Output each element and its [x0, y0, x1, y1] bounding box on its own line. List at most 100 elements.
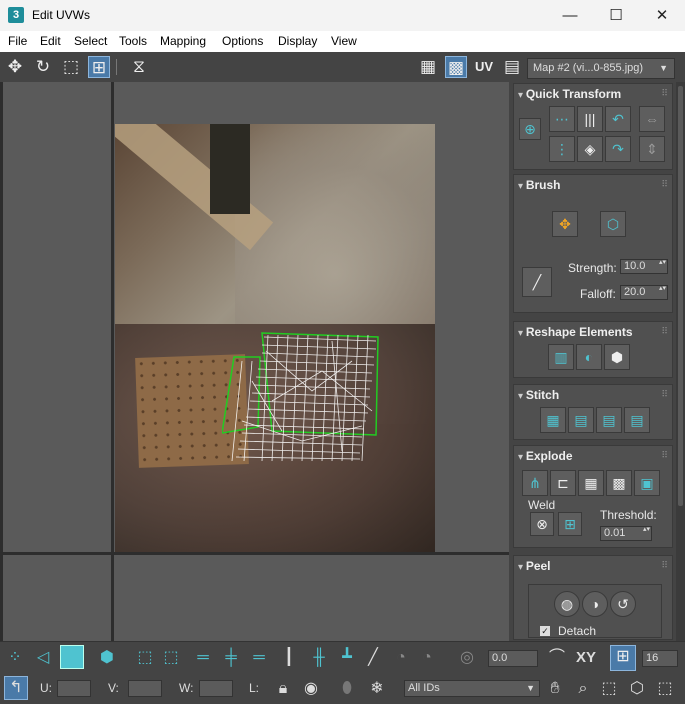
loop-icon[interactable]: ═ — [192, 647, 214, 669]
move-icon[interactable]: ✥ — [4, 56, 26, 78]
transform-gizmo-icon[interactable]: ⊕ — [519, 118, 541, 140]
paint-grow-icon[interactable]: ◔ — [390, 647, 412, 669]
zoom-icon[interactable]: ⌕ — [572, 678, 594, 700]
straighten-icon[interactable]: ▥ — [548, 344, 574, 370]
brush-header[interactable]: Brush — [518, 178, 561, 192]
explode-rollout: Explode ⠿ ⋔ ⊏ ▦ ▩ ▣ Weld ⊗ ⊞ Threshold: … — [513, 445, 673, 548]
polygon-mode-icon[interactable] — [60, 645, 84, 669]
pan-hand-icon[interactable]: ✋︎ — [544, 678, 566, 700]
paint-shrink-icon[interactable]: ◔ — [416, 647, 438, 669]
visibility-icon[interactable]: ◉ — [300, 678, 322, 700]
align-horizontal-icon[interactable]: ⋯ — [549, 106, 575, 132]
v-input[interactable] — [128, 680, 162, 697]
uv-mesh[interactable] — [222, 331, 380, 465]
paint-select-icon[interactable]: ╱ — [362, 647, 384, 669]
freeform-mode-icon[interactable]: ⊞ — [88, 56, 110, 78]
threshold-spinner[interactable]: 0.01 — [600, 526, 652, 541]
uv-axis-button[interactable]: UV — [473, 56, 495, 78]
explode-header[interactable]: Explode — [518, 449, 573, 463]
mirror-icon[interactable]: ⧖ — [128, 56, 150, 78]
peel-header[interactable]: Peel — [518, 559, 551, 573]
lock-icon[interactable]: 🔒︎ — [272, 678, 294, 700]
scale-icon[interactable]: ⬚ — [60, 56, 82, 78]
menu-mapping[interactable]: Mapping — [160, 34, 206, 48]
hide-icon[interactable]: ⬮ — [336, 678, 358, 700]
split-by-material-icon[interactable]: ▣ — [634, 470, 660, 496]
strength-spinner[interactable]: 10.0 — [620, 259, 668, 274]
paint-move-icon[interactable]: ✥ — [552, 211, 578, 237]
flatten-icon[interactable]: ⬢ — [604, 344, 630, 370]
stitch-source-icon[interactable]: ▤ — [568, 407, 594, 433]
grid-size-input[interactable]: 16 — [642, 650, 678, 667]
menu-view[interactable]: View — [331, 34, 357, 48]
stitch-average-icon[interactable]: ▤ — [596, 407, 622, 433]
zoom-extents-icon[interactable]: ⬡ — [626, 678, 648, 700]
xy-axis-button[interactable]: XY — [572, 647, 600, 669]
element-mode-icon[interactable]: ⬢ — [96, 647, 118, 669]
zoom-region-icon[interactable]: ⬚ — [598, 678, 620, 700]
edge-mode-icon[interactable]: ◁ — [32, 647, 54, 669]
app-icon: 3 — [8, 7, 24, 23]
grow-selection-icon[interactable]: ⬚ — [134, 647, 156, 669]
quick-peel-icon[interactable]: ◍ — [554, 591, 580, 617]
map-select-dropdown[interactable]: Map #2 (vi...0-855.jpg) ▼ — [527, 58, 675, 79]
rotate-icon[interactable]: ↻ — [32, 56, 54, 78]
brush-falloff-icon[interactable]: ╱ — [522, 267, 552, 297]
minimize-button[interactable]: — — [547, 0, 593, 31]
peel-mode-icon[interactable]: ◑ — [582, 591, 608, 617]
weld-selected-icon[interactable]: ⊗ — [530, 512, 554, 536]
quick-transform-rollout: Quick Transform ⠿ ⊕ ⋯ ||| ↶ ⇔ ⋮ ◈ ↷ ⇕ — [513, 83, 673, 170]
detach-checkbox[interactable]: ✓ — [540, 626, 550, 636]
falloff-spinner[interactable]: 20.0 — [620, 285, 668, 300]
u-input[interactable] — [57, 680, 91, 697]
split-by-polygon-icon[interactable]: ▦ — [578, 470, 604, 496]
menu-edit[interactable]: Edit — [40, 34, 61, 48]
w-input[interactable] — [199, 680, 233, 697]
align-vertical-icon[interactable]: ⋮ — [549, 136, 575, 162]
rotate-ccw-icon[interactable]: ↶ — [605, 106, 631, 132]
pan-mode-icon[interactable]: ↰ — [4, 676, 28, 700]
point-to-point-icon[interactable]: ┃ — [278, 647, 300, 669]
menu-tools[interactable]: Tools — [119, 34, 147, 48]
flip-vertical-icon[interactable]: ⇕ — [639, 136, 665, 162]
ring-grow-icon[interactable]: ═ — [248, 647, 270, 669]
seam-icon[interactable]: ┻ — [336, 647, 358, 669]
maximize-button[interactable]: ☐ — [593, 0, 639, 31]
angle-input[interactable]: 0.0 — [488, 650, 538, 667]
space-horizontal-icon[interactable]: ||| — [577, 106, 603, 132]
freeze-icon[interactable]: ❄ — [366, 678, 388, 700]
grid-snap-icon[interactable]: ⊞ — [610, 645, 636, 671]
vertex-mode-icon[interactable]: ⁘ — [4, 647, 26, 669]
reset-peel-icon[interactable]: ↺ — [610, 591, 636, 617]
split-by-smoothing-icon[interactable]: ▩ — [606, 470, 632, 496]
stitch-target-icon[interactable]: ▤ — [624, 407, 650, 433]
material-id-select[interactable]: All IDs ▼ — [404, 680, 540, 697]
show-map-icon[interactable]: ▩ — [445, 56, 467, 78]
zoom-selected-icon[interactable]: ⬚ — [654, 678, 676, 700]
break-icon[interactable]: ⋔ — [522, 470, 548, 496]
menu-display[interactable]: Display — [278, 34, 317, 48]
weld-target-icon[interactable]: ⊞ — [558, 512, 582, 536]
detach-edges-icon[interactable]: ⊏ — [550, 470, 576, 496]
menu-options[interactable]: Options — [222, 34, 263, 48]
rotate-cw-icon[interactable]: ↷ — [605, 136, 631, 162]
close-button[interactable]: ✕ — [639, 0, 685, 31]
map-settings-icon[interactable]: ▤ — [501, 56, 523, 78]
soft-selection-icon[interactable]: ⌒ — [546, 647, 568, 669]
shrink-selection-icon[interactable]: ⬚ — [160, 647, 182, 669]
angle-snap-icon[interactable]: ◎ — [456, 647, 478, 669]
quick-transform-header[interactable]: Quick Transform — [518, 87, 621, 101]
menu-file[interactable]: File — [8, 34, 27, 48]
stitch-custom-icon[interactable]: ▦ — [540, 407, 566, 433]
ring-icon[interactable]: ╪ — [220, 647, 242, 669]
reshape-elements-header[interactable]: Reshape Elements — [518, 325, 633, 339]
menu-select[interactable]: Select — [74, 34, 107, 48]
relax-icon[interactable]: ◐ — [576, 344, 602, 370]
relax-brush-icon[interactable]: ⬡ — [600, 211, 626, 237]
space-vertical-icon[interactable]: ◈ — [577, 136, 603, 162]
open-edge-icon[interactable]: ╫ — [308, 647, 330, 669]
stitch-header[interactable]: Stitch — [518, 388, 559, 402]
flip-horizontal-icon[interactable]: ⇔ — [639, 106, 665, 132]
panel-scrollbar[interactable] — [676, 82, 685, 641]
checker-pattern-icon[interactable]: ▦ — [417, 56, 439, 78]
